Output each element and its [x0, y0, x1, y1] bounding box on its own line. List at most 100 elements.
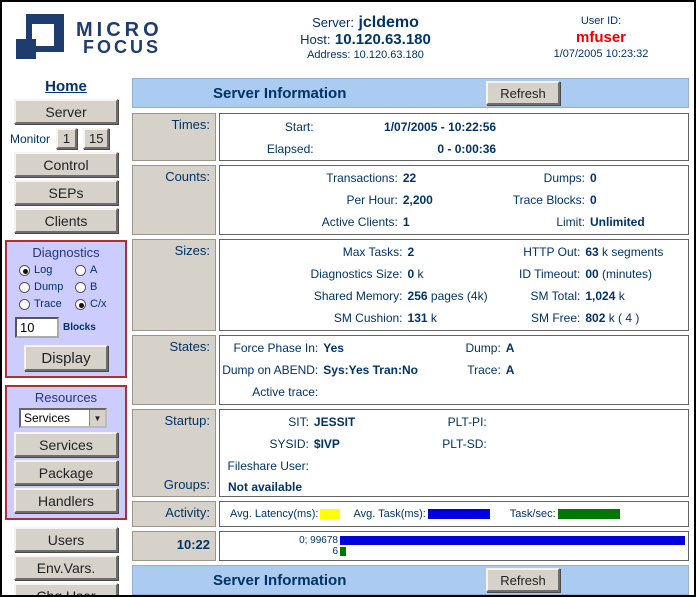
bottom-page-title: Server Information	[213, 572, 346, 589]
active-clients-value: 1	[398, 211, 496, 233]
header-timestamp: 1/07/2005 10:23:32	[514, 47, 688, 62]
max-tasks-label: Max Tasks:	[220, 241, 403, 263]
activity-bars: 0; 99678 6	[219, 531, 689, 561]
seps-button[interactable]: SEPs	[14, 180, 118, 205]
refresh-button-top[interactable]: Refresh	[486, 81, 560, 105]
fileshare-user-label: Fileshare User:	[220, 455, 309, 477]
package-button[interactable]: Package	[14, 460, 118, 485]
sit-value: JESSIT	[309, 411, 440, 433]
radio-log-label: Log	[34, 264, 52, 276]
activity-sample-row: 10:22 0; 99678 6	[132, 531, 689, 561]
states-content: Force Phase In: Yes Dump: A Dump on ABEN…	[219, 335, 689, 405]
radio-b[interactable]: B	[75, 281, 125, 293]
user-id-label: User ID:	[514, 14, 688, 29]
max-tasks-value: 2	[403, 241, 497, 263]
refresh-button-bottom[interactable]: Refresh	[486, 568, 560, 592]
users-button[interactable]: Users	[14, 527, 118, 552]
diagnostics-size-value: 0 k	[403, 263, 497, 285]
resources-title: Resources	[7, 390, 125, 405]
resources-box: Resources Services ▼ Services Package Ha…	[5, 385, 127, 520]
startup-section-label: Startup: Groups:	[132, 409, 216, 497]
dropdown-arrow-icon: ▼	[89, 410, 105, 426]
plt-pi-value	[487, 411, 688, 433]
avg-latency-swatch-icon	[320, 509, 340, 519]
empty-cell	[440, 455, 487, 477]
times-content: Start: 1/07/2005 - 10:22:56 Elapsed: 0 -…	[219, 113, 689, 161]
activity-legend: Avg. Latency(ms): Avg. Task(ms): Task/se…	[219, 501, 689, 527]
chguser-button[interactable]: Chg.User	[14, 583, 118, 597]
radio-a[interactable]: A	[75, 264, 125, 276]
host-label: Host:	[300, 32, 330, 47]
startup-content: SIT: JESSIT PLT-PI: SYSID: $IVP PLT-SD: …	[219, 409, 689, 497]
radio-b-label: B	[90, 281, 97, 293]
plt-pi-label: PLT-PI:	[440, 411, 487, 433]
resource-type-select[interactable]: Services ▼	[19, 408, 107, 428]
active-clients-label: Active Clients:	[220, 211, 398, 233]
sm-cushion-value: 131 k	[403, 307, 497, 329]
avg-latency-label: Avg. Latency(ms):	[230, 508, 318, 520]
active-trace-value	[318, 381, 454, 403]
radio-cx[interactable]: C/x	[75, 298, 125, 310]
shared-memory-label: Shared Memory:	[220, 285, 403, 307]
display-button[interactable]: Display	[24, 345, 108, 371]
trace-state-label: Trace:	[454, 359, 501, 381]
trace-blocks-value: 0	[585, 189, 688, 211]
blocks-input[interactable]	[15, 317, 59, 338]
server-label: Server:	[312, 15, 354, 30]
radio-trace-icon	[19, 299, 30, 310]
radio-log-icon	[19, 265, 30, 276]
monitor-1-button[interactable]: 1	[56, 128, 77, 149]
force-phase-in-value: Yes	[318, 337, 454, 359]
task-sec-bar	[340, 547, 346, 556]
envvars-button[interactable]: Env.Vars.	[14, 555, 118, 580]
clients-button[interactable]: Clients	[14, 208, 118, 233]
sizes-section-label: Sizes:	[132, 239, 216, 331]
activity-row: Activity: Avg. Latency(ms): Avg. Task(ms…	[132, 501, 689, 527]
monitor-label: Monitor	[10, 132, 50, 146]
legend-avg-task: Avg. Task(ms):	[353, 508, 489, 520]
times-row: Times: Start: 1/07/2005 - 10:22:56 Elaps…	[132, 113, 689, 161]
radio-dump-icon	[19, 282, 30, 293]
home-link[interactable]: Home	[45, 78, 87, 95]
monitor-15-button[interactable]: 15	[83, 128, 109, 149]
radio-log[interactable]: Log	[19, 264, 75, 276]
sm-free-value: 802 k ( 4 )	[580, 307, 688, 329]
per-hour-value: 2,200	[398, 189, 496, 211]
startup-label: Startup:	[133, 413, 210, 428]
control-button[interactable]: Control	[14, 152, 118, 177]
plt-sd-value	[487, 433, 688, 455]
legend-task-sec: Task/sec:	[510, 508, 620, 520]
legend-avg-latency: Avg. Latency(ms):	[230, 508, 340, 520]
avg-task-label: Avg. Task(ms):	[353, 508, 425, 520]
avg-task-bar	[340, 536, 685, 545]
radio-dump[interactable]: Dump	[19, 281, 75, 293]
bottom-title-bar: Server Information Refresh	[132, 565, 689, 595]
dump-on-abend-value: Sys:Yes Tran:No	[318, 359, 454, 381]
dump-state-label: Dump:	[454, 337, 501, 359]
states-row: States: Force Phase In: Yes Dump: A Dump…	[132, 335, 689, 405]
address-value: 10.120.63.180	[354, 49, 424, 61]
empty-cell	[487, 455, 688, 477]
radio-trace-label: Trace	[34, 298, 62, 310]
server-identity: Server: jcldemo Host: 10.120.63.180 Addr…	[217, 14, 514, 62]
logo-line2: FOCUS	[83, 39, 163, 55]
dumps-label: Dumps:	[496, 167, 585, 189]
sm-total-label: SM Total:	[496, 285, 580, 307]
empty-cell	[496, 138, 688, 160]
radio-b-icon	[75, 282, 86, 293]
monitor-row: Monitor 1 15	[2, 128, 130, 149]
id-timeout-label: ID Timeout:	[496, 263, 580, 285]
counts-row: Counts: Transactions: 22 Dumps: 0 Per Ho…	[132, 165, 689, 235]
server-button[interactable]: Server	[14, 99, 118, 124]
app-window: MICRO FOCUS Server: jcldemo Host: 10.120…	[0, 0, 696, 597]
radio-trace[interactable]: Trace	[19, 298, 75, 310]
sizes-content: Max Tasks: 2 HTTP Out: 63 k segments Dia…	[219, 239, 689, 331]
start-value: 1/07/2005 - 10:22:56	[314, 116, 497, 138]
dump-on-abend-label: Dump on ABEND:	[220, 359, 318, 381]
radio-a-label: A	[90, 264, 97, 276]
per-hour-label: Per Hour:	[220, 189, 398, 211]
services-button[interactable]: Services	[14, 432, 118, 457]
handlers-button[interactable]: Handlers	[14, 488, 118, 513]
fileshare-user-value	[309, 455, 440, 477]
diagnostics-size-label: Diagnostics Size:	[220, 263, 403, 285]
